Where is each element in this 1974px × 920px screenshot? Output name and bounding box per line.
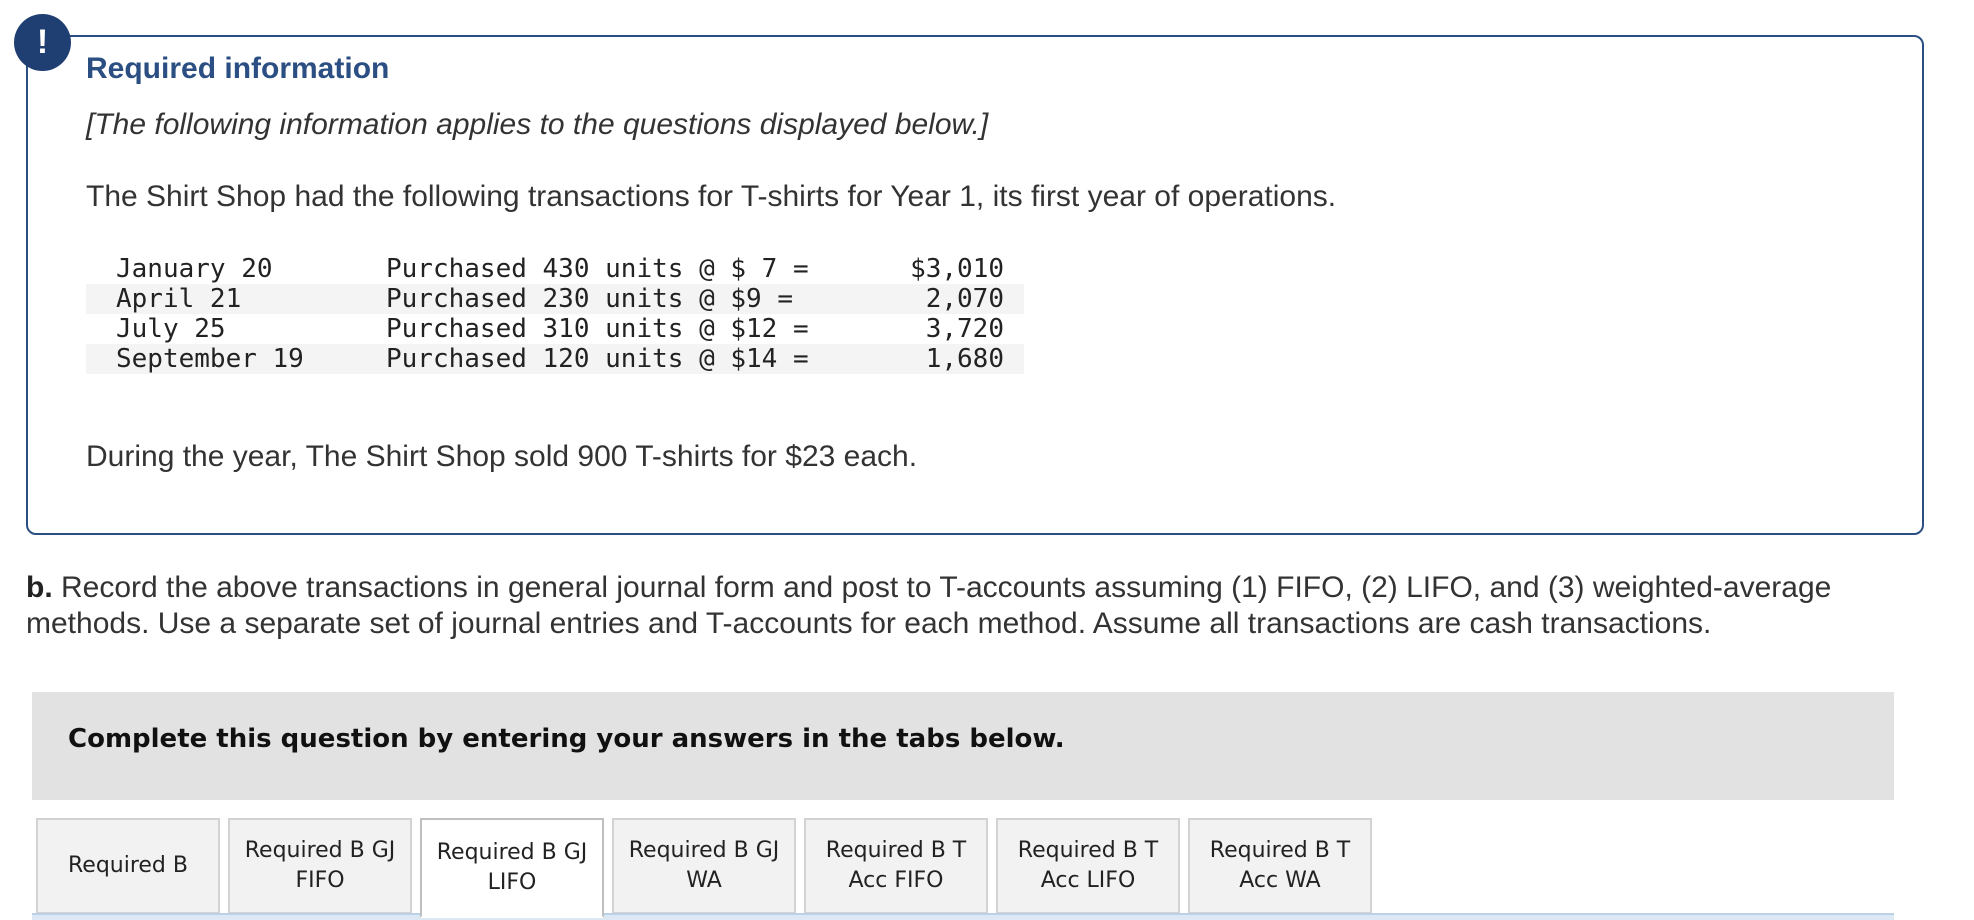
transaction-description: Purchased 230 units @ $9 = [386, 284, 793, 314]
info-subtitle: [The following information applies to th… [86, 108, 989, 141]
question-part-label: b. [26, 571, 53, 604]
tab-label: Required B T Acc LIFO [1017, 838, 1159, 893]
transactions-table: January 20 Purchased 430 units @ $ 7 = $… [86, 254, 1024, 374]
tab-required-b-t-acc-lifo[interactable]: Required B T Acc LIFO [996, 818, 1180, 914]
transaction-description: Purchased 120 units @ $14 = [386, 344, 809, 374]
instructions-text: Complete this question by entering your … [68, 724, 1065, 754]
instructions-bar: Complete this question by entering your … [32, 692, 1894, 800]
transaction-row: September 19 Purchased 120 units @ $14 =… [86, 344, 1024, 374]
tab-required-b-gj-wa[interactable]: Required B GJ WA [612, 818, 796, 914]
transaction-date: July 25 [116, 314, 226, 344]
transaction-row: January 20 Purchased 430 units @ $ 7 = $… [86, 254, 1024, 284]
tab-label: Required B T Acc FIFO [825, 838, 967, 893]
info-intro: The Shirt Shop had the following transac… [86, 180, 1337, 213]
tab-required-b-gj-fifo[interactable]: Required B GJ FIFO [228, 818, 412, 914]
transaction-date: January 20 [116, 254, 273, 284]
transaction-row: July 25 Purchased 310 units @ $12 = 3,72… [86, 314, 1024, 344]
question-body: Record the above transactions in general… [26, 571, 1832, 640]
transaction-row: April 21 Purchased 230 units @ $9 = 2,07… [86, 284, 1024, 314]
question-text: b. Record the above transactions in gene… [26, 570, 1926, 642]
tab-label: Required B [67, 853, 188, 878]
tab-label: Required B GJ WA [628, 838, 780, 893]
transaction-description: Purchased 310 units @ $12 = [386, 314, 809, 344]
tab-required-b-t-acc-fifo[interactable]: Required B T Acc FIFO [804, 818, 988, 914]
transaction-amount: 2,070 [925, 284, 1004, 314]
transaction-amount: 1,680 [925, 344, 1004, 374]
tab-required-b-gj-lifo[interactable]: Required B GJ LIFO [420, 818, 604, 918]
transaction-amount: $3,010 [910, 254, 1004, 284]
info-title: Required information [86, 52, 390, 85]
tab-label: Required B GJ LIFO [436, 840, 588, 895]
tab-required-b-t-acc-wa[interactable]: Required B T Acc WA [1188, 818, 1372, 914]
transaction-description: Purchased 430 units @ $ 7 = [386, 254, 809, 284]
exclamation-icon: ! [14, 14, 71, 71]
tab-label: Required B GJ FIFO [244, 838, 396, 893]
tab-required-b[interactable]: Required B [36, 818, 220, 914]
tab-label: Required B T Acc WA [1209, 838, 1351, 893]
tab-content-strip [32, 913, 1894, 920]
transaction-date: April 21 [116, 284, 242, 314]
transaction-date: September 19 [116, 344, 304, 374]
transaction-amount: 3,720 [925, 314, 1004, 344]
sold-summary: During the year, The Shirt Shop sold 900… [86, 440, 918, 473]
